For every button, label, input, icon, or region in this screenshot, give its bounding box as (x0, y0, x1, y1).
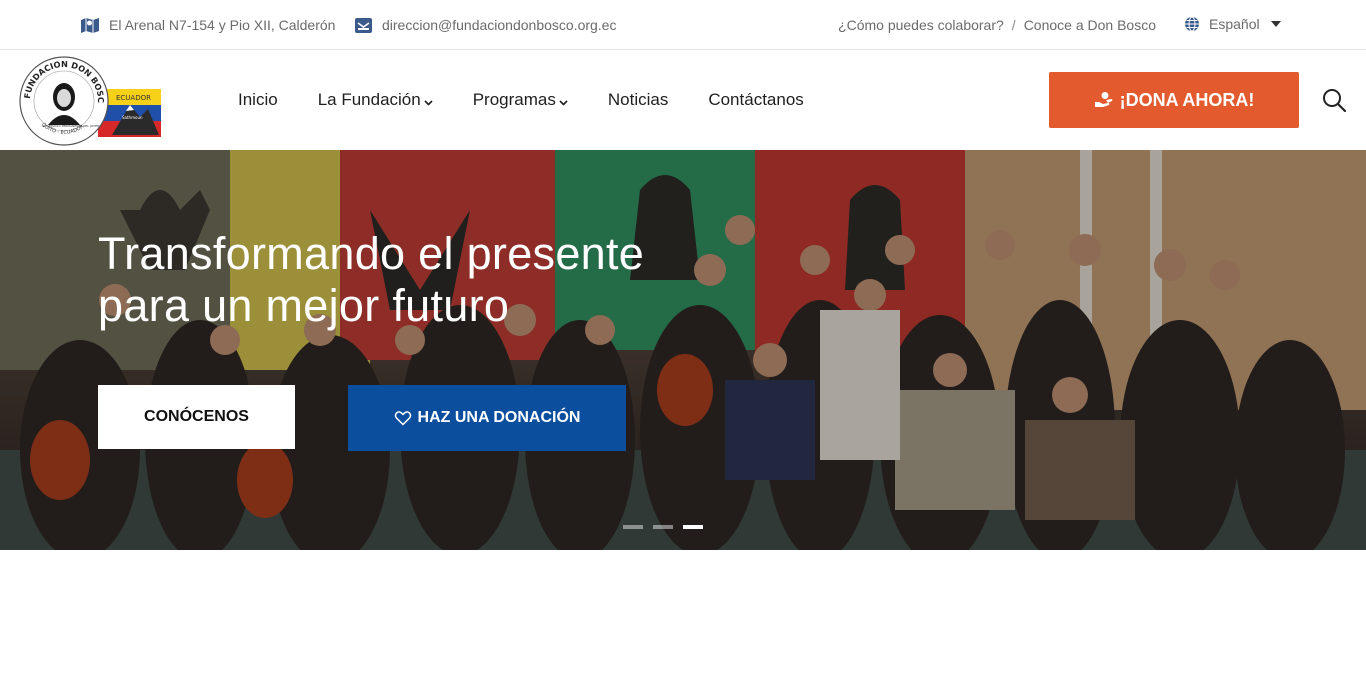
make-donation-label: HAZ UNA DONACIÓN (417, 409, 581, 426)
svg-text:ECUADOR: ECUADOR (116, 94, 151, 102)
hero-title-line-1: Transformando el presente (98, 228, 645, 279)
nav-label: Programas (472, 90, 556, 109)
nav-item-la-fundacion[interactable]: La Fundación (318, 89, 433, 111)
language-label: Español (1209, 16, 1260, 32)
donate-now-button[interactable]: ¡DONA AHORA! (1049, 72, 1299, 128)
hero-title: Transformando el presente para un mejor … (98, 228, 798, 332)
top-links: ¿Cómo puedes colaborar? / Conoce a Don B… (838, 0, 1156, 50)
nav-label: La Fundación (317, 90, 421, 109)
hero-slider: Transformando el presente para un mejor … (0, 150, 1366, 550)
nav-item-inicio[interactable]: Inicio (238, 90, 278, 110)
donate-hand-icon (1094, 91, 1114, 109)
caret-down-icon (1270, 21, 1281, 27)
nav-label: Inicio (238, 90, 278, 109)
address-info: El Arenal N7-154 y Pio XII, Calderón (80, 0, 335, 50)
chevron-down-icon (424, 91, 433, 111)
foundation-logo[interactable]: ECUADOR Sathmoun FUNDACION DON BOSCO QUI… (15, 47, 163, 147)
slider-dot[interactable] (653, 525, 673, 529)
chevron-down-icon (559, 91, 568, 111)
link-collaborate[interactable]: ¿Cómo puedes colaborar? (838, 17, 1004, 33)
about-us-button[interactable]: CONÓCENOS (98, 385, 295, 449)
globe-icon (1184, 16, 1200, 35)
address-text: El Arenal N7-154 y Pio XII, Calderón (109, 17, 336, 33)
slider-dot-active[interactable] (683, 525, 703, 529)
nav-item-noticias[interactable]: Noticias (608, 90, 668, 110)
nav-item-programas[interactable]: Programas (473, 89, 568, 111)
nav-label: Noticias (607, 90, 669, 109)
main-nav: Inicio La Fundación Programas Noticias C… (238, 50, 844, 150)
nav-item-contactanos[interactable]: Contáctanos (708, 90, 803, 110)
svg-text:AL SERVICIO PERMANENTE DEL JOV: AL SERVICIO PERMANENTE DEL JOVEN (42, 124, 99, 128)
email-info[interactable]: direccion@fundaciondonbosco.org.ec (354, 0, 616, 50)
map-icon (80, 16, 100, 34)
separator: / (1011, 17, 1016, 33)
svg-text:Sathmoun: Sathmoun (122, 115, 143, 120)
language-selector[interactable]: Español (1184, 0, 1281, 50)
donate-now-label: ¡DONA AHORA! (1119, 89, 1255, 110)
slider-dots (623, 525, 713, 529)
slider-dot[interactable] (623, 525, 643, 529)
email-link[interactable]: direccion@fundaciondonbosco.org.ec (382, 17, 616, 33)
make-donation-button[interactable]: HAZ UNA DONACIÓN (348, 385, 626, 451)
about-us-label: CONÓCENOS (144, 408, 249, 425)
nav-label: Contáctanos (708, 90, 804, 109)
link-about-don-bosco[interactable]: Conoce a Don Bosco (1024, 17, 1156, 33)
hero-overlay (0, 150, 1366, 550)
hero-title-line-2: para un mejor futuro (98, 280, 510, 331)
search-icon[interactable] (1322, 88, 1348, 114)
email-icon (354, 16, 373, 34)
top-bar: El Arenal N7-154 y Pio XII, Calderón dir… (0, 0, 1366, 50)
heart-icon (394, 410, 412, 426)
main-header: ECUADOR Sathmoun FUNDACION DON BOSCO QUI… (0, 47, 1366, 150)
